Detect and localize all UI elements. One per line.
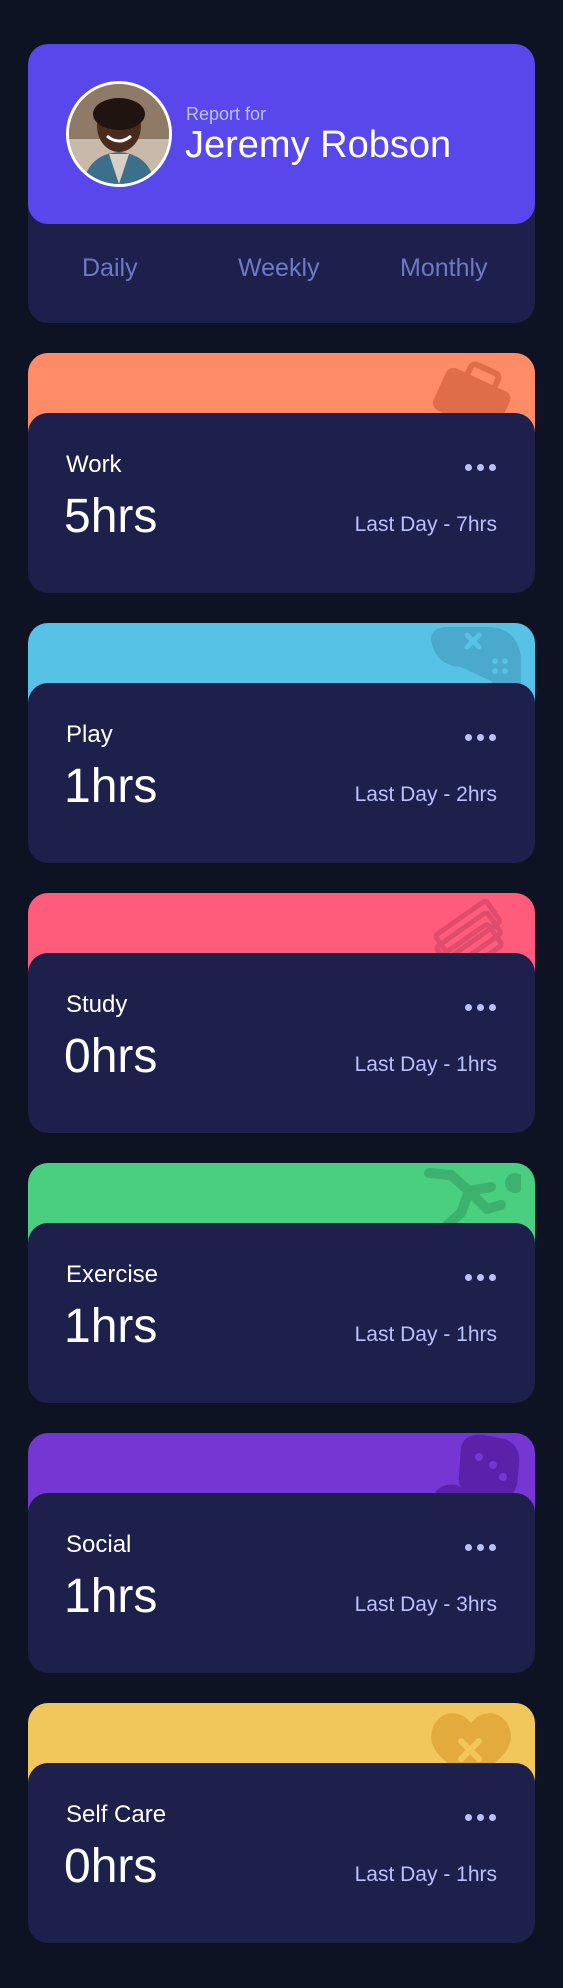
activity-card-exercise: Exercise 1hrs Last Day - 1hrs	[28, 1163, 535, 1403]
card-body[interactable]: Self Care 0hrs Last Day - 1hrs	[28, 1763, 535, 1943]
ellipsis-icon[interactable]	[465, 1003, 499, 1013]
card-title: Self Care	[66, 1801, 167, 1828]
user-name: Jeremy Robson	[185, 124, 452, 166]
card-title: Study	[66, 991, 128, 1018]
previous-hours: Last Day - 3hrs	[354, 1593, 497, 1616]
current-hours: 0hrs	[64, 1840, 158, 1893]
activity-card-social: Social 1hrs Last Day - 3hrs	[28, 1433, 535, 1673]
card-body[interactable]: Study 0hrs Last Day - 1hrs	[28, 953, 535, 1133]
card-title: Exercise	[66, 1261, 159, 1288]
previous-hours: Last Day - 2hrs	[354, 783, 497, 806]
card-body[interactable]: Work 5hrs Last Day - 7hrs	[28, 413, 535, 593]
card-body[interactable]: Play 1hrs Last Day - 2hrs	[28, 683, 535, 863]
card-title: Play	[66, 721, 113, 748]
report-for-label: Report for	[186, 104, 267, 124]
activity-card-play: Play 1hrs Last Day - 2hrs	[28, 623, 535, 863]
current-hours: 1hrs	[64, 1570, 158, 1623]
avatar	[66, 81, 172, 187]
ellipsis-icon[interactable]	[465, 463, 499, 473]
previous-hours: Last Day - 1hrs	[354, 1863, 497, 1886]
current-hours: 1hrs	[64, 760, 158, 813]
tab-daily[interactable]: Daily	[82, 254, 138, 283]
current-hours: 1hrs	[64, 1300, 158, 1353]
activity-card-self-care: Self Care 0hrs Last Day - 1hrs	[28, 1703, 535, 1943]
current-hours: 5hrs	[64, 490, 158, 543]
activity-card-work: Work 5hrs Last Day - 7hrs	[28, 353, 535, 593]
profile-header: Report for Jeremy Robson	[28, 44, 535, 224]
profile-card: Report for Jeremy Robson Daily Weekly Mo…	[28, 44, 535, 323]
card-title: Work	[66, 451, 122, 478]
previous-hours: Last Day - 1hrs	[354, 1323, 497, 1346]
card-body[interactable]: Social 1hrs Last Day - 3hrs	[28, 1493, 535, 1673]
ellipsis-icon[interactable]	[465, 1273, 499, 1283]
previous-hours: Last Day - 1hrs	[354, 1053, 497, 1076]
card-body[interactable]: Exercise 1hrs Last Day - 1hrs	[28, 1223, 535, 1403]
previous-hours: Last Day - 7hrs	[354, 513, 497, 536]
ellipsis-icon[interactable]	[465, 1543, 499, 1553]
tab-weekly[interactable]: Weekly	[238, 254, 320, 283]
timeframe-tabs: Daily Weekly Monthly	[28, 224, 535, 323]
tab-monthly[interactable]: Monthly	[400, 254, 488, 283]
activity-card-study: Study 0hrs Last Day - 1hrs	[28, 893, 535, 1133]
ellipsis-icon[interactable]	[465, 733, 499, 743]
current-hours: 0hrs	[64, 1030, 158, 1083]
card-title: Social	[66, 1531, 132, 1558]
ellipsis-icon[interactable]	[465, 1813, 499, 1823]
